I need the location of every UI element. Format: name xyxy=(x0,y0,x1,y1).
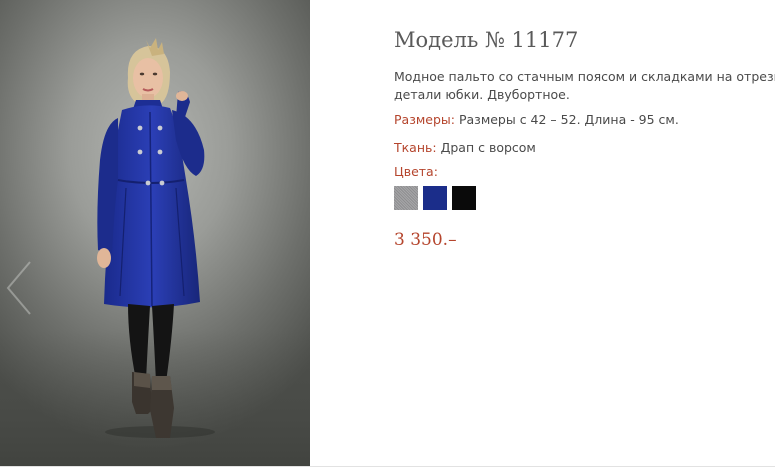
description-line: Модное пальто со стачным поясом и складк… xyxy=(394,69,775,84)
chevron-left-icon xyxy=(6,261,31,315)
prev-image-button[interactable] xyxy=(2,258,36,318)
product-price: 3 350.– xyxy=(394,230,457,250)
sizes-row: Размеры: Размеры с 42 – 52. Длина - 95 с… xyxy=(394,112,679,127)
colors-row: Цвета: xyxy=(394,164,438,179)
sizes-value: Размеры с 42 – 52. Длина - 95 см. xyxy=(458,112,679,127)
fabric-value: Драп с ворсом xyxy=(440,140,536,155)
divider xyxy=(0,466,775,467)
color-swatch-blue[interactable] xyxy=(423,186,447,210)
model-illustration xyxy=(0,38,310,466)
fabric-row: Ткань: Драп с ворсом xyxy=(394,140,536,155)
description-line: детали юбки. Двубортное. xyxy=(394,87,570,102)
sizes-label: Размеры: xyxy=(394,112,455,127)
color-swatch-grey[interactable] xyxy=(394,186,418,210)
fabric-label: Ткань: xyxy=(394,140,437,155)
product-title: Модель № 11177 xyxy=(394,28,579,52)
colors-label: Цвета: xyxy=(394,164,438,179)
color-swatch-black[interactable] xyxy=(452,186,476,210)
product-photo xyxy=(0,0,310,466)
product-description: Модное пальто со стачным поясом и складк… xyxy=(394,68,775,104)
